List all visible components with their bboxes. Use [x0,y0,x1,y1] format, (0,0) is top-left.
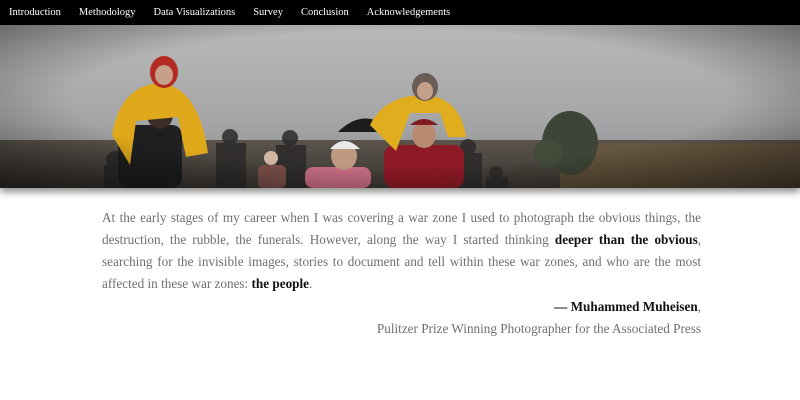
quote-author: — Muhammed Muheisen [554,299,698,314]
nav-item-acknowledgements[interactable]: Acknowledgements [367,7,450,18]
quote-author-suffix: , [697,299,701,314]
hero-photo [0,25,800,188]
quote-part-3: . [309,276,313,291]
quote-attribution: — Muhammed Muheisen, [102,296,701,318]
top-navigation: Introduction Methodology Data Visualizat… [0,0,800,25]
nav-item-methodology[interactable]: Methodology [79,7,136,18]
hero-photo-illustration [0,25,800,188]
quote-emphasis-people: the people [251,276,310,291]
quote-emphasis-deeper: deeper than the obvious [554,232,698,247]
quote-block: At the early stages of my career when I … [102,207,701,340]
nav-item-data-visualizations[interactable]: Data Visualizations [154,7,236,18]
nav-item-survey[interactable]: Survey [253,7,283,18]
quote-text: At the early stages of my career when I … [102,207,701,295]
nav-item-conclusion[interactable]: Conclusion [301,7,349,18]
nav-item-introduction[interactable]: Introduction [9,7,61,18]
quote-author-title: Pulitzer Prize Winning Photographer for … [376,321,701,336]
